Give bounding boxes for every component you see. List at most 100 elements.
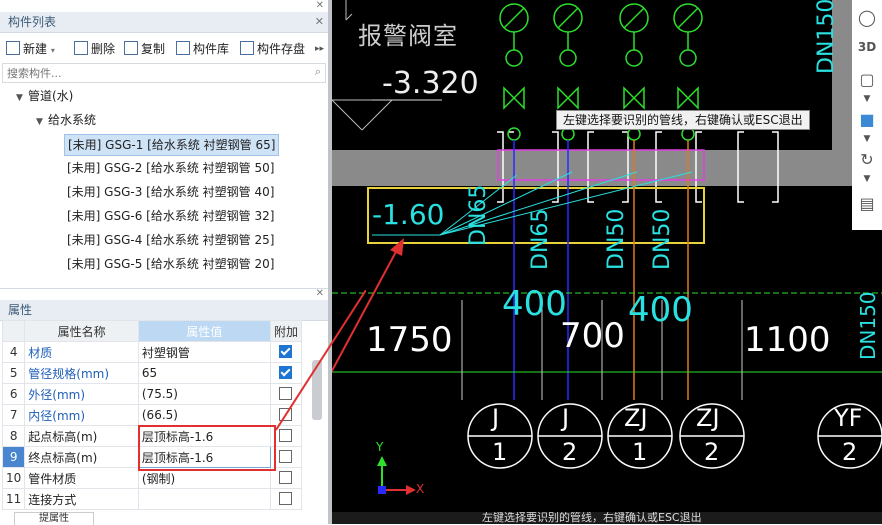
property-name: 管件材质 (24, 467, 139, 489)
property-row[interactable]: 4 材质 衬塑钢管 (1, 341, 303, 363)
tree-item[interactable]: [未用] GSG-4 [给水系统 衬塑钢管 25] (64, 230, 277, 250)
delete-button[interactable]: 删除 (74, 40, 115, 58)
axis-label-top: ZJ (696, 404, 720, 432)
axis-label-top: J (562, 404, 570, 432)
axis-label-top: J (492, 404, 500, 432)
wall-line (345, 13, 353, 21)
property-row[interactable]: 7 内径(mm) (66.5) (1, 404, 303, 426)
dim-label: 400 (502, 284, 567, 324)
layer-settings-icon[interactable]: ▤ (852, 194, 882, 213)
num-header (1, 320, 26, 342)
component-toolbar: 新建 ▾ 删除 复制 构件库 构件存盘 ▸▸ (0, 37, 328, 61)
dn-label: DN50 (650, 208, 675, 270)
copy-button[interactable]: 复制 (124, 40, 165, 58)
chevron-down-icon[interactable]: ▼ (852, 134, 882, 144)
new-icon (6, 41, 20, 55)
axis-label-top: ZJ (624, 404, 648, 432)
tree-item[interactable]: [未用] GSG-6 [给水系统 衬塑钢管 32] (64, 206, 277, 226)
row-number: 4 (1, 341, 26, 363)
property-header-row: 属性名称 属性值 附加 (1, 320, 303, 342)
tree-child[interactable]: ▼ 给水系统 (36, 110, 96, 130)
axis-label-bottom: 2 (704, 438, 720, 466)
property-value[interactable]: (66.5) (137, 404, 271, 426)
library-icon (176, 41, 190, 55)
ucs-icon (377, 456, 416, 495)
row-number: 10 (1, 467, 26, 489)
dn-label: DN65 (528, 208, 553, 270)
chevron-down-icon[interactable]: ▼ (852, 94, 882, 104)
pipe-elevation-label: -1.60 (372, 198, 445, 231)
dim-label: 400 (628, 290, 693, 330)
rotate-icon[interactable]: ↻ (852, 150, 882, 169)
new-button[interactable]: 新建 ▾ (6, 40, 55, 58)
extra-checkbox[interactable] (279, 450, 293, 463)
row-number: 7 (1, 404, 26, 426)
panel-close-icon[interactable]: ✕ (316, 0, 324, 11)
y-axis-label: Y (376, 440, 384, 454)
property-value[interactable]: (75.5) (137, 383, 271, 405)
row-number: 9 (1, 446, 26, 468)
property-name: 管径规格(mm) (24, 362, 139, 384)
property-row[interactable]: 11 连接方式 (1, 488, 303, 510)
left-panel: 构件列表 ✕ ✕ 新建 ▾ 删除 复制 构件库 构件存盘 ▸▸ ⌕ ▼管道(水)… (0, 0, 328, 525)
more-tools-icon[interactable]: ▸▸ (315, 40, 324, 58)
search-icon[interactable]: ⌕ (315, 65, 321, 79)
copy-label: 复制 (141, 42, 166, 56)
extra-checkbox[interactable] (279, 471, 293, 484)
axis-label-top: YF (834, 404, 863, 432)
property-value[interactable]: 衬塑钢管 (137, 341, 271, 363)
elevation-label: -3.320 (382, 66, 479, 101)
tree-root[interactable]: ▼ 管道(水) (16, 86, 73, 106)
chevron-down-icon[interactable]: ▼ (36, 112, 48, 132)
property-name: 起点标高(m) (24, 425, 139, 447)
value-header: 属性值 (137, 320, 271, 342)
store-icon (240, 41, 254, 55)
store-button[interactable]: 构件存盘 (240, 40, 305, 58)
sphere-view-icon[interactable]: ◯ (852, 8, 882, 27)
front-view-icon[interactable]: ▢ (852, 70, 882, 89)
dim-label: 700 (560, 316, 625, 356)
component-list-title-bar: 构件列表 ✕ (0, 12, 328, 33)
search-input[interactable] (3, 64, 299, 82)
property-row[interactable]: 5 管径规格(mm) 65 (1, 362, 303, 384)
library-button[interactable]: 构件库 (176, 40, 229, 58)
tree-item[interactable]: [未用] GSG-1 [给水系统 衬塑钢管 65] (64, 134, 280, 156)
properties-tab[interactable]: 提属性 (14, 512, 94, 525)
wall-line (361, 99, 393, 131)
tooltip: 左键选择要识别的管线，右键确认或ESC退出 (556, 110, 810, 130)
tree-item[interactable]: [未用] GSG-5 [给水系统 衬塑钢管 20] (64, 254, 277, 274)
close-icon[interactable]: ✕ (315, 12, 324, 32)
library-label: 构件库 (193, 42, 230, 56)
dim-label: 1100 (744, 320, 831, 360)
name-header: 属性名称 (24, 320, 139, 342)
property-name: 材质 (24, 341, 139, 363)
dn150-label-2: DN150 (856, 291, 880, 360)
property-value[interactable]: 65 (137, 362, 271, 384)
axis-label-bottom: 2 (562, 438, 578, 466)
property-value[interactable] (137, 488, 271, 510)
dim-label: 1750 (366, 320, 453, 360)
axis-circles (467, 403, 882, 469)
new-label: 新建 (23, 42, 48, 56)
elevation-highlight-box (138, 425, 276, 471)
copy-icon (124, 41, 138, 55)
delete-icon (74, 41, 88, 55)
axis-label-bottom: 1 (632, 438, 648, 466)
tree-item[interactable]: [未用] GSG-3 [给水系统 衬塑钢管 40] (64, 182, 277, 202)
extra-checkbox[interactable] (279, 492, 293, 505)
cube-view-icon[interactable]: ■ (852, 110, 882, 129)
panel-divider (0, 288, 328, 289)
axis-label-bottom: 1 (492, 438, 508, 466)
chevron-down-icon[interactable]: ▼ (16, 88, 28, 108)
property-row[interactable]: 6 外径(mm) (75.5) (1, 383, 303, 405)
cad-canvas[interactable]: 报警阀室 -3.320 -1.60 DN65 DN65 DN50 DN50 DN… (332, 0, 882, 524)
search-box: ⌕ (2, 63, 326, 83)
tree-child-label: 给水系统 (48, 113, 97, 127)
chevron-down-icon[interactable]: ▼ (852, 174, 882, 184)
3d-view-icon[interactable]: 3D (852, 40, 882, 54)
tree-item[interactable]: [未用] GSG-2 [给水系统 衬塑钢管 50] (64, 158, 277, 178)
view-toolbar: ◯ 3D ▢ ▼ ■ ▼ ↻ ▼ ▤ (852, 0, 882, 230)
wall-line (332, 99, 363, 131)
property-name: 内径(mm) (24, 404, 139, 426)
store-label: 构件存盘 (257, 42, 306, 56)
